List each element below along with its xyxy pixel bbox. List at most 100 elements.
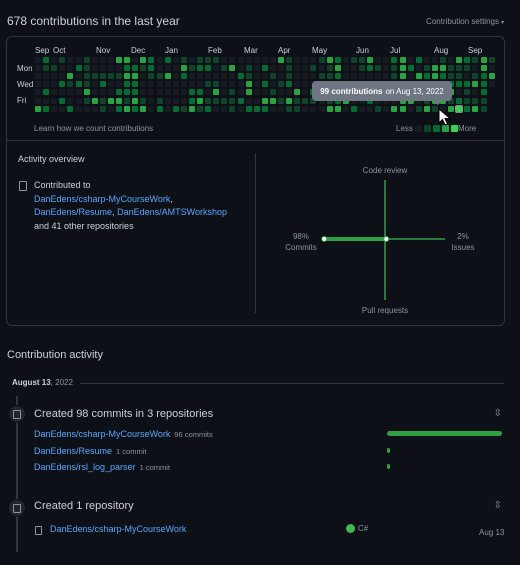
contribution-day-cell[interactable] <box>480 105 487 112</box>
contribution-day-cell[interactable] <box>302 89 309 96</box>
contribution-day-cell[interactable] <box>237 65 244 72</box>
contribution-day-cell[interactable] <box>302 57 309 63</box>
contribution-day-cell[interactable] <box>488 81 495 88</box>
contribution-day-cell[interactable] <box>423 57 430 63</box>
contribution-day-cell[interactable] <box>431 105 438 112</box>
contribution-day-cell[interactable] <box>35 89 41 96</box>
contribution-day-cell[interactable] <box>91 73 98 80</box>
contribution-day-cell[interactable] <box>164 89 171 96</box>
contribution-day-cell[interactable] <box>278 57 284 63</box>
contribution-day-cell[interactable] <box>326 57 333 63</box>
contribution-day-cell[interactable] <box>67 57 74 63</box>
contribution-day-cell[interactable] <box>472 105 479 112</box>
contribution-day-cell[interactable] <box>326 105 333 112</box>
contribution-day-cell[interactable] <box>415 65 422 72</box>
repo-link-csharp-mycoursework[interactable]: DanEdens/csharp-MyCourseWork <box>34 194 170 204</box>
contribution-day-cell[interactable] <box>286 65 293 72</box>
contribution-day-cell[interactable] <box>310 73 317 80</box>
contribution-day-cell[interactable] <box>197 57 203 63</box>
contribution-day-cell[interactable] <box>342 105 349 112</box>
contribution-day-cell[interactable] <box>156 89 163 96</box>
contribution-day-cell[interactable] <box>164 65 171 72</box>
contribution-day-cell[interactable] <box>245 65 252 72</box>
contribution-day-cell[interactable] <box>423 73 430 80</box>
commit-count-link[interactable]: 96 commits <box>174 430 212 439</box>
contribution-day-cell[interactable] <box>213 81 220 88</box>
contribution-day-cell[interactable] <box>107 65 114 72</box>
contribution-day-cell[interactable] <box>472 89 479 96</box>
contribution-day-cell[interactable] <box>107 97 114 104</box>
repo-link-resume[interactable]: DanEdens/Resume <box>34 207 112 217</box>
contribution-day-cell[interactable] <box>75 105 82 112</box>
contribution-day-cell[interactable] <box>221 65 228 72</box>
contribution-day-cell[interactable] <box>334 73 341 80</box>
contribution-day-cell[interactable] <box>156 65 163 72</box>
contribution-day-cell[interactable] <box>480 81 487 88</box>
contribution-day-cell[interactable] <box>278 73 284 80</box>
contribution-day-cell[interactable] <box>456 57 463 63</box>
contribution-day-cell[interactable] <box>148 81 155 88</box>
contribution-day-cell[interactable] <box>310 57 317 63</box>
contribution-day-cell[interactable] <box>59 97 66 104</box>
contribution-day-cell[interactable] <box>375 73 382 80</box>
contribution-day-cell[interactable] <box>415 105 422 112</box>
contribution-day-cell[interactable] <box>156 105 163 112</box>
contribution-day-cell[interactable] <box>464 57 471 63</box>
contribution-day-cell[interactable] <box>43 57 50 63</box>
contribution-day-cell[interactable] <box>35 73 41 80</box>
contribution-day-cell[interactable] <box>269 97 276 104</box>
contribution-day-cell[interactable] <box>423 105 430 112</box>
contribution-day-cell[interactable] <box>116 81 122 88</box>
contribution-day-cell[interactable] <box>253 97 260 104</box>
contribution-day-cell[interactable] <box>188 89 195 96</box>
contribution-day-cell[interactable] <box>286 57 293 63</box>
contribution-day-cell[interactable] <box>221 81 228 88</box>
contribution-day-cell[interactable] <box>116 65 122 72</box>
contribution-day-cell[interactable] <box>140 105 147 112</box>
contribution-day-cell[interactable] <box>67 97 74 104</box>
contribution-day-cell[interactable] <box>172 81 179 88</box>
contribution-day-cell[interactable] <box>367 65 374 72</box>
contribution-day-cell[interactable] <box>75 97 82 104</box>
contribution-day-cell[interactable] <box>148 65 155 72</box>
contribution-day-cell[interactable] <box>456 73 463 80</box>
contribution-day-cell[interactable] <box>156 81 163 88</box>
contribution-day-cell[interactable] <box>59 89 66 96</box>
contribution-day-cell[interactable] <box>124 89 131 96</box>
contribution-day-cell[interactable] <box>448 73 455 80</box>
contribution-day-cell[interactable] <box>91 89 98 96</box>
contribution-day-cell[interactable] <box>132 81 139 88</box>
contribution-day-cell[interactable] <box>488 73 495 80</box>
contribution-day-cell[interactable] <box>83 81 90 88</box>
commit-repo-link[interactable]: DanEdens/Resume <box>34 446 112 456</box>
contribution-day-cell[interactable] <box>278 89 284 96</box>
contribution-day-cell[interactable] <box>75 65 82 72</box>
contribution-day-cell[interactable] <box>107 73 114 80</box>
contribution-day-cell[interactable] <box>245 73 252 80</box>
contribution-day-cell[interactable] <box>99 89 106 96</box>
contribution-day-cell[interactable] <box>59 65 66 72</box>
contribution-day-cell[interactable] <box>480 89 487 96</box>
contribution-day-cell[interactable] <box>91 65 98 72</box>
contribution-day-cell[interactable] <box>43 73 50 80</box>
contribution-day-cell[interactable] <box>310 65 317 72</box>
contribution-day-cell[interactable] <box>318 73 325 80</box>
contribution-day-cell[interactable] <box>116 105 122 112</box>
contribution-day-cell[interactable] <box>197 73 203 80</box>
contribution-day-cell[interactable] <box>302 73 309 80</box>
contribution-day-cell[interactable] <box>269 65 276 72</box>
contribution-day-cell[interactable] <box>51 57 58 63</box>
contribution-day-cell[interactable] <box>180 57 187 63</box>
contribution-day-cell[interactable] <box>464 65 471 72</box>
contribution-day-cell[interactable] <box>229 65 236 72</box>
repo-link-amtsworkshop[interactable]: DanEdens/AMTSWorkshop <box>117 207 227 217</box>
contribution-day-cell[interactable] <box>440 73 446 80</box>
contribution-day-cell[interactable] <box>148 105 155 112</box>
contribution-day-cell[interactable] <box>124 105 131 112</box>
fold-icon[interactable]: ⇳ <box>494 500 502 511</box>
contribution-day-cell[interactable] <box>67 73 74 80</box>
contribution-day-cell[interactable] <box>99 65 106 72</box>
contribution-day-cell[interactable] <box>431 65 438 72</box>
contribution-day-cell[interactable] <box>407 73 414 80</box>
contribution-day-cell[interactable] <box>43 105 50 112</box>
